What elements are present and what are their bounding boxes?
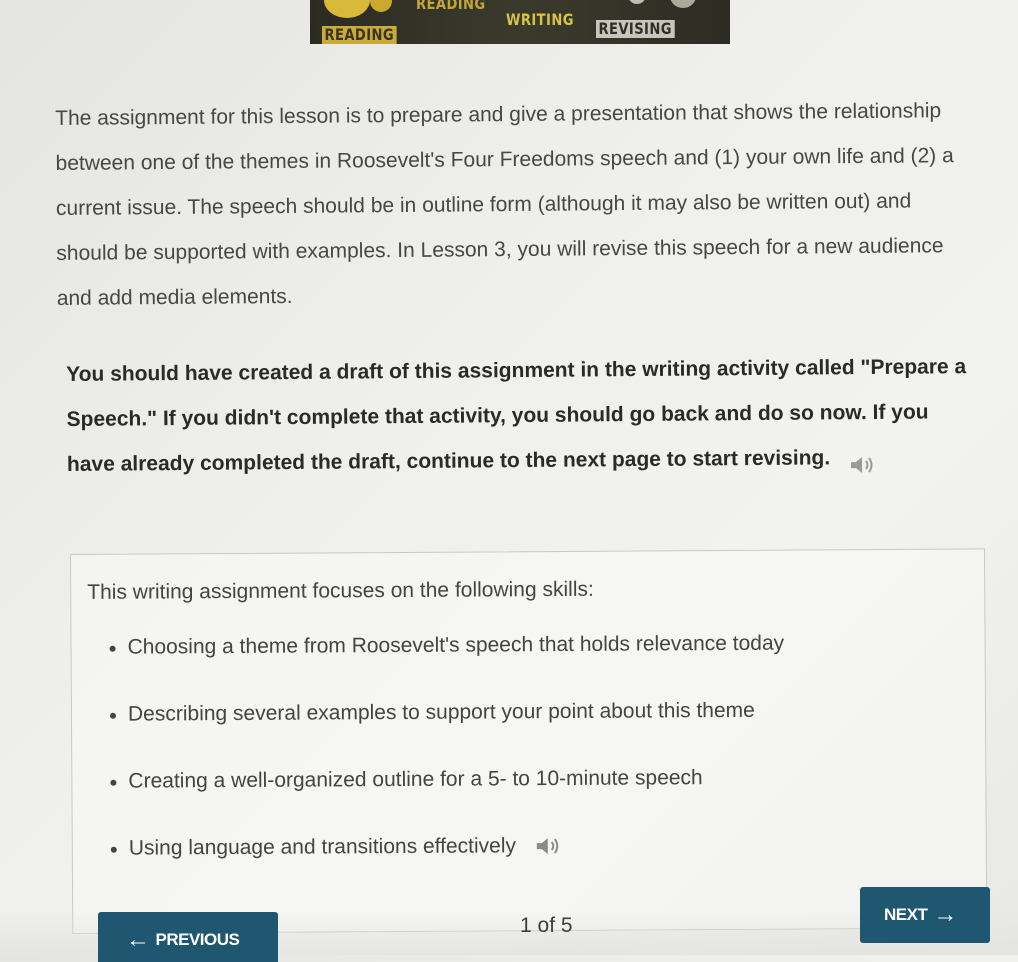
skill-item-text: Describing several examples to support y…	[127, 698, 755, 726]
assignment-description-text: The assignment for this lesson is to pre…	[55, 99, 954, 310]
skills-title: This writing assignment focuses on the f…	[87, 577, 594, 604]
lesson-banner: READING READING WRITING REVISING	[310, 0, 730, 44]
speaker-icon[interactable]	[848, 447, 878, 474]
skills-list: Choosing a theme from Roosevelt's speech…	[71, 631, 785, 903]
skill-item: Using language and transitions effective…	[129, 832, 786, 903]
skill-item: Describing several examples to support y…	[128, 698, 785, 769]
arrow-left-icon: ←	[126, 926, 150, 953]
banner-revising: REVISING	[596, 20, 675, 38]
banner-reading: READING	[322, 26, 397, 44]
skill-item: Choosing a theme from Roosevelt's speech…	[127, 631, 784, 702]
banner-reading-top: READING	[416, 0, 486, 13]
skill-item-text: Choosing a theme from Roosevelt's speech…	[127, 631, 785, 659]
gear-decoration	[670, 0, 696, 8]
gear-decoration	[628, 0, 646, 4]
gear-decoration	[370, 0, 392, 12]
previous-button-label: PREVIOUS	[155, 930, 240, 949]
arrow-right-icon: →	[933, 901, 957, 928]
speaker-icon[interactable]	[534, 835, 564, 857]
assignment-description: The assignment for this lesson is to pre…	[55, 88, 977, 321]
banner-writing: WRITING	[506, 10, 574, 29]
draft-instructions: You should have created a draft of this …	[66, 344, 972, 487]
page-indicator: 1 of 5	[520, 914, 573, 937]
next-button[interactable]: NEXT →	[860, 887, 990, 943]
skills-box: This writing assignment focuses on the f…	[70, 548, 988, 934]
skill-item-text: Creating a well-organized outline for a …	[128, 766, 703, 793]
draft-instructions-text: You should have created a draft of this …	[66, 355, 967, 476]
next-button-label: NEXT	[884, 905, 928, 924]
skill-item: Creating a well-organized outline for a …	[128, 765, 785, 836]
skill-item-text: Using language and transitions effective…	[128, 834, 517, 860]
gear-decoration	[324, 0, 370, 18]
